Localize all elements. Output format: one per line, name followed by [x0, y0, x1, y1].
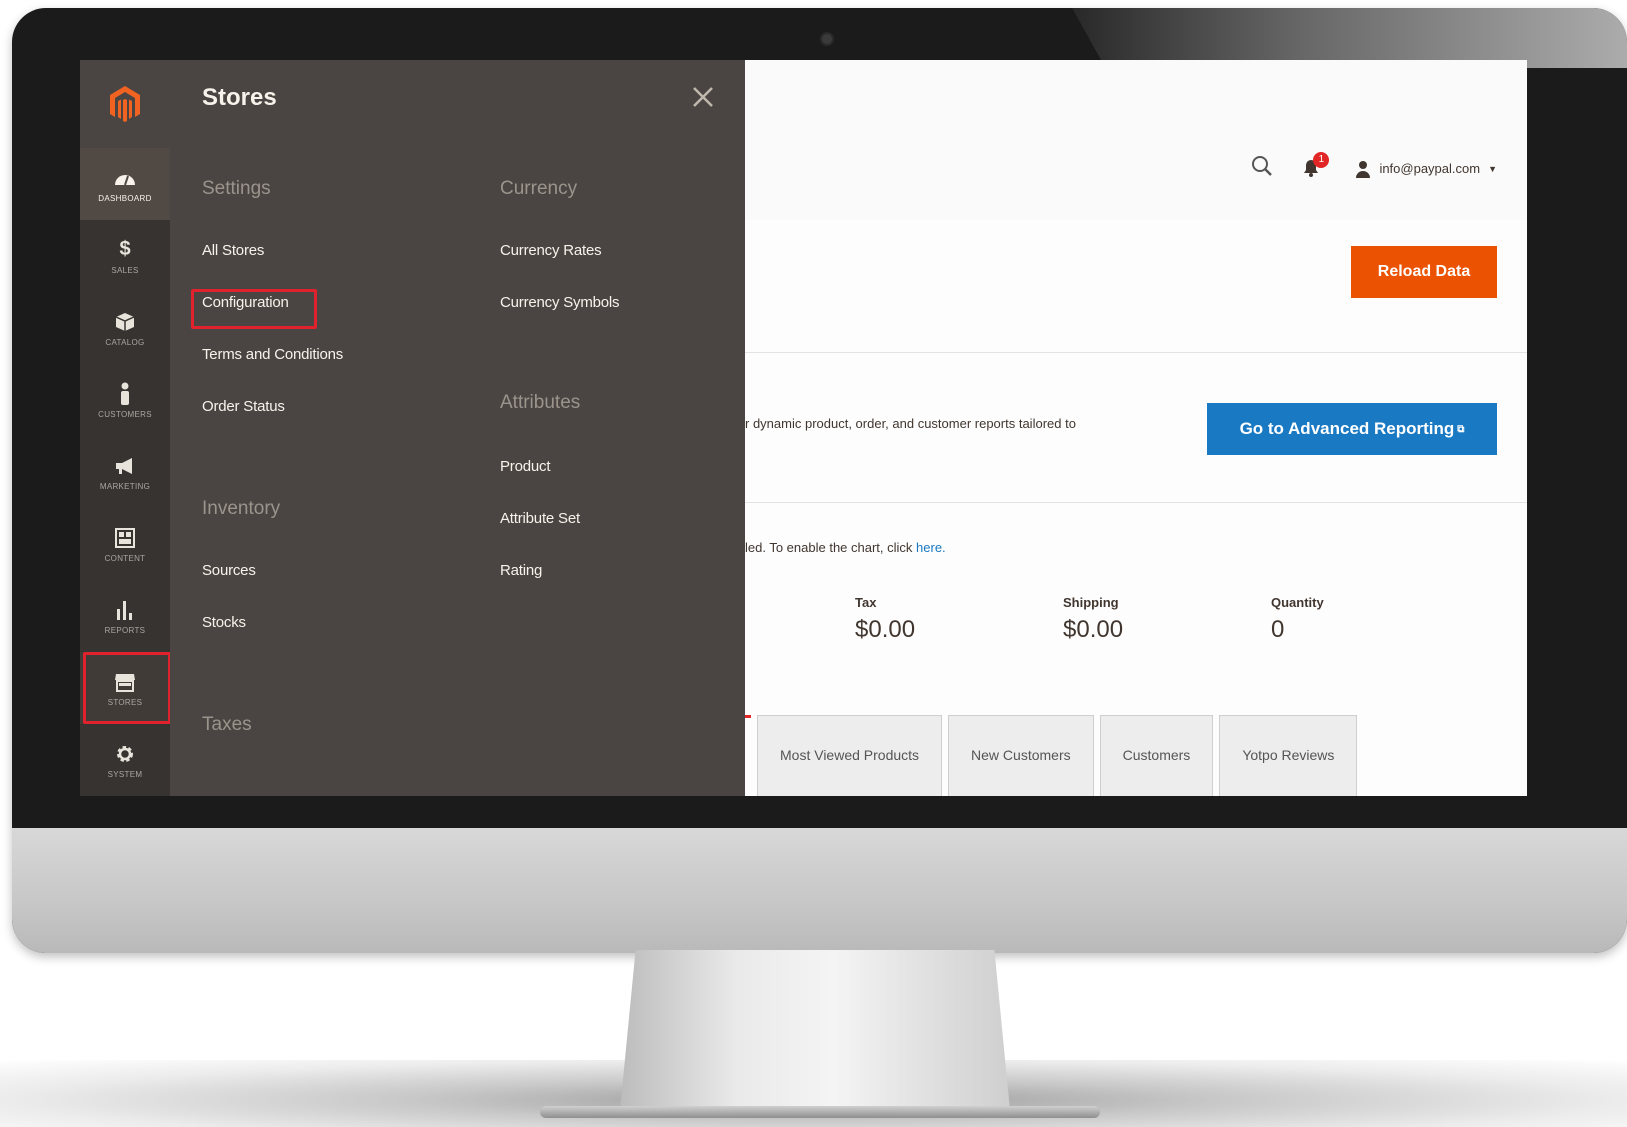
chart-note-text: led. To enable the chart, click: [745, 540, 917, 555]
admin-sidebar: Dashboard $ Sales Catalog Customers: [80, 60, 171, 796]
stores-highlight-box: [83, 652, 171, 724]
dashboard-icon: [113, 166, 137, 190]
close-icon[interactable]: [690, 84, 716, 110]
nav-item-content[interactable]: Content: [80, 508, 170, 580]
page-header: 1 info@paypal.com ▼: [745, 60, 1527, 220]
nav-item-customers[interactable]: Customers: [80, 364, 170, 436]
monitor-stand: [620, 950, 1010, 1110]
bar-chart-icon: [113, 598, 137, 622]
magento-logo[interactable]: [80, 60, 170, 148]
advanced-reporting-button[interactable]: Go to Advanced Reporting ⧉: [1207, 403, 1497, 455]
tab-new-customers[interactable]: New Customers: [948, 715, 1094, 796]
stat-label: Quantity: [1271, 595, 1324, 610]
tab-yotpo-reviews[interactable]: Yotpo Reviews: [1219, 715, 1358, 796]
nav-label: Sales: [111, 265, 139, 275]
group-title-inventory: Inventory: [202, 498, 281, 519]
menu-link-all-stores[interactable]: All Stores: [202, 242, 264, 259]
tab-label: Yotpo Reviews: [1242, 747, 1335, 763]
advanced-reporting-description: r dynamic product, order, and customer r…: [745, 416, 1076, 431]
group-title-settings: Settings: [202, 178, 271, 199]
reload-data-button[interactable]: Reload Data: [1351, 246, 1497, 298]
screen: Dashboard $ Sales Catalog Customers: [80, 60, 1527, 796]
menu-link-attribute-set[interactable]: Attribute Set: [500, 510, 580, 527]
group-title-taxes: Taxes: [202, 714, 252, 735]
tab-label: New Customers: [971, 747, 1071, 763]
stat-label: Tax: [855, 595, 877, 610]
layout-icon: [113, 526, 137, 550]
stat-shipping: Shipping $0.00: [1063, 595, 1123, 644]
menu-link-currency-symbols[interactable]: Currency Symbols: [500, 294, 620, 311]
nav-item-dashboard[interactable]: Dashboard: [80, 148, 170, 220]
divider: [745, 502, 1527, 503]
nav-label: Reports: [104, 625, 146, 635]
monitor-chin: [12, 828, 1627, 953]
configuration-highlight-box: [191, 289, 317, 329]
nav-item-marketing[interactable]: Marketing: [80, 436, 170, 508]
menu-link-rating[interactable]: Rating: [500, 562, 542, 579]
header-actions: 1 info@paypal.com ▼: [1251, 151, 1497, 182]
menu-link-stocks[interactable]: Stocks: [202, 614, 246, 631]
menu-link-sources[interactable]: Sources: [202, 562, 256, 579]
nav-item-reports[interactable]: Reports: [80, 580, 170, 652]
divider: [745, 352, 1527, 353]
nav-item-system[interactable]: System: [80, 724, 170, 796]
active-tab-edge: [745, 715, 751, 796]
megaphone-icon: [113, 454, 137, 478]
dashboard-page: 1 info@paypal.com ▼ Reload Data r dynami…: [745, 60, 1527, 796]
stat-value: 0: [1271, 616, 1285, 643]
nav-item-sales[interactable]: $ Sales: [80, 220, 170, 292]
person-icon: [113, 382, 137, 406]
stat-value: $0.00: [855, 616, 916, 643]
box-icon: [113, 310, 137, 334]
stores-flyout-menu: Stores Settings All Stores Configuration…: [170, 60, 745, 796]
user-menu[interactable]: info@paypal.com ▼: [1355, 160, 1497, 178]
stat-quantity: Quantity 0: [1271, 595, 1324, 644]
nav-label: Content: [104, 553, 146, 563]
magento-logo-icon: [110, 86, 140, 122]
menu-link-terms-and-conditions[interactable]: Terms and Conditions: [202, 346, 343, 363]
monitor-stand-foot: [540, 1106, 1100, 1118]
group-title-attributes: Attributes: [500, 392, 581, 413]
nav-label: Customers: [98, 409, 152, 419]
tab-label: Customers: [1122, 747, 1191, 763]
tab-label: Most Viewed Products: [780, 747, 920, 763]
tab-customers[interactable]: Customers: [1099, 715, 1214, 796]
screen-glare: [1072, 8, 1627, 68]
webcam: [820, 32, 834, 46]
nav-label: Dashboard: [98, 193, 152, 203]
tab-most-viewed-products[interactable]: Most Viewed Products: [757, 715, 943, 796]
stat-value: $0.00: [1063, 616, 1124, 643]
nav-label: System: [107, 769, 143, 779]
search-icon[interactable]: [1251, 155, 1273, 182]
menu-link-currency-rates[interactable]: Currency Rates: [500, 242, 602, 259]
external-link-icon: ⧉: [1457, 423, 1465, 435]
chart-disabled-note: led. To enable the chart, click here.: [745, 540, 946, 555]
gear-icon: [113, 742, 137, 766]
monitor-frame: Dashboard $ Sales Catalog Customers: [12, 8, 1627, 953]
user-email: info@paypal.com: [1379, 161, 1481, 176]
dollar-icon: $: [119, 238, 131, 260]
group-title-currency: Currency: [500, 178, 578, 199]
stat-tax: Tax $0.00: [855, 595, 915, 644]
nav-label: Marketing: [99, 481, 151, 491]
chevron-down-icon: ▼: [1488, 163, 1497, 174]
user-icon: [1356, 160, 1371, 178]
advanced-reporting-label: Go to Advanced Reporting: [1239, 419, 1455, 438]
menu-link-product[interactable]: Product: [500, 458, 550, 475]
nav-item-catalog[interactable]: Catalog: [80, 292, 170, 364]
nav-label: Catalog: [105, 337, 145, 347]
dashboard-tabs: Most Viewed Products New Customers Custo…: [745, 715, 1358, 796]
notifications-bell[interactable]: 1: [1301, 151, 1330, 180]
flyout-title: Stores: [202, 84, 277, 111]
notification-count-badge: 1: [1313, 151, 1330, 168]
enable-chart-link[interactable]: here.: [916, 540, 946, 555]
stat-label: Shipping: [1063, 595, 1119, 610]
menu-link-order-status[interactable]: Order Status: [202, 398, 285, 415]
